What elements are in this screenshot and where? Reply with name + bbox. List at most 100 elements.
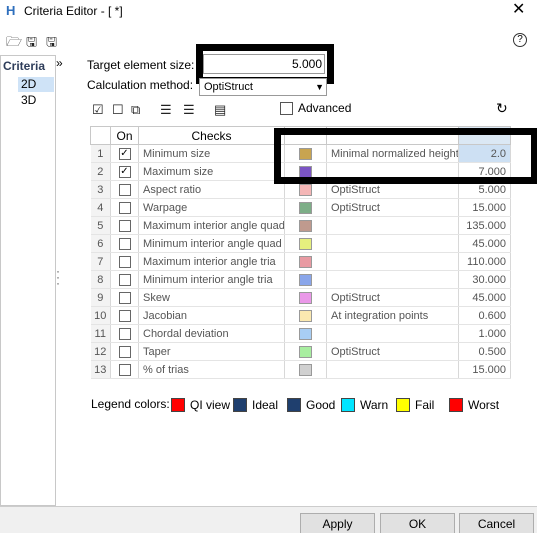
row-enable-checkbox[interactable]	[118, 291, 131, 304]
row-extra[interactable]	[326, 270, 459, 289]
row-enable-checkbox[interactable]	[118, 255, 131, 268]
color-swatch[interactable]	[299, 219, 312, 232]
color-swatch[interactable]	[299, 363, 312, 376]
color-swatch[interactable]	[299, 291, 312, 304]
row-extra[interactable]	[326, 216, 459, 235]
legend-swatch[interactable]	[233, 398, 247, 412]
open-folder-icon[interactable]: 🗁	[6, 33, 22, 55]
legend-swatch[interactable]	[341, 398, 355, 412]
color-swatch[interactable]	[299, 309, 312, 322]
col-header-checks[interactable]: Checks	[138, 126, 285, 145]
row-extra[interactable]	[326, 360, 459, 379]
row-on-cell[interactable]	[110, 324, 139, 343]
row-on-cell[interactable]: ✓	[110, 144, 139, 163]
legend-swatch[interactable]	[171, 398, 185, 412]
row-on-cell[interactable]	[110, 288, 139, 307]
row-color-cell[interactable]	[284, 288, 327, 307]
row-on-cell[interactable]	[110, 360, 139, 379]
row-on-cell[interactable]: ✓	[110, 162, 139, 181]
row-extra[interactable]	[326, 234, 459, 253]
row-extra[interactable]: OptiStruct	[326, 288, 459, 307]
row-on-cell[interactable]	[110, 270, 139, 289]
table-row[interactable]: 11 Chordal deviation 1.000	[90, 324, 511, 343]
color-swatch[interactable]	[299, 345, 312, 358]
row-color-cell[interactable]	[284, 360, 327, 379]
sidebar-item-2d[interactable]: 2D	[18, 77, 54, 92]
row-on-cell[interactable]	[110, 198, 139, 217]
uncheck-all-icon[interactable]: ☐	[112, 102, 124, 118]
row-color-cell[interactable]	[284, 234, 327, 253]
row-value[interactable]: 135.000	[458, 216, 511, 235]
row-value[interactable]: 45.000	[458, 288, 511, 307]
columns-icon[interactable]: ☰	[160, 102, 172, 118]
row-extra[interactable]: At integration points	[326, 306, 459, 325]
row-enable-checkbox[interactable]	[118, 183, 131, 196]
cancel-button[interactable]: Cancel	[459, 513, 534, 533]
row-extra[interactable]	[326, 252, 459, 271]
save-icon[interactable]: 🖫	[26, 33, 37, 55]
copy-icon[interactable]: ⧉	[131, 102, 140, 118]
row-value[interactable]: 15.000	[458, 198, 511, 217]
row-value[interactable]: 110.000	[458, 252, 511, 271]
row-enable-checkbox[interactable]	[118, 273, 131, 286]
row-enable-checkbox[interactable]	[118, 363, 131, 376]
table-row[interactable]: 7 Maximum interior angle tria 110.000	[90, 252, 511, 271]
check-all-icon[interactable]: ☑	[92, 102, 104, 118]
table-row[interactable]: 12 Taper OptiStruct 0.500	[90, 342, 511, 361]
calc-method-select[interactable]: OptiStruct ▼	[199, 78, 327, 96]
table-row[interactable]: 9 Skew OptiStruct 45.000	[90, 288, 511, 307]
legend-swatch[interactable]	[287, 398, 301, 412]
row-color-cell[interactable]	[284, 270, 327, 289]
rows-icon[interactable]: ☰	[183, 102, 195, 118]
row-value[interactable]: 45.000	[458, 234, 511, 253]
row-on-cell[interactable]	[110, 252, 139, 271]
color-swatch[interactable]	[299, 201, 312, 214]
color-swatch[interactable]	[299, 327, 312, 340]
ok-button[interactable]: OK	[380, 513, 455, 533]
color-swatch[interactable]	[299, 183, 312, 196]
row-on-cell[interactable]	[110, 342, 139, 361]
row-color-cell[interactable]	[284, 306, 327, 325]
row-value[interactable]: 0.600	[458, 306, 511, 325]
row-value[interactable]: 0.500	[458, 342, 511, 361]
color-swatch[interactable]	[299, 255, 312, 268]
color-swatch[interactable]	[299, 237, 312, 250]
row-on-cell[interactable]	[110, 306, 139, 325]
table-row[interactable]: 8 Minimum interior angle tria 30.000	[90, 270, 511, 289]
sidebar-item-3d[interactable]: 3D	[18, 93, 54, 108]
row-extra[interactable]: OptiStruct	[326, 342, 459, 361]
row-value[interactable]: 1.000	[458, 324, 511, 343]
expand-sidebar-icon[interactable]: »	[56, 56, 63, 70]
row-enable-checkbox[interactable]	[118, 237, 131, 250]
row-on-cell[interactable]	[110, 234, 139, 253]
legend-swatch[interactable]	[396, 398, 410, 412]
table-row[interactable]: 10 Jacobian At integration points 0.600	[90, 306, 511, 325]
row-enable-checkbox[interactable]	[118, 201, 131, 214]
row-color-cell[interactable]	[284, 216, 327, 235]
row-enable-checkbox[interactable]: ✓	[118, 147, 131, 160]
row-value[interactable]: 30.000	[458, 270, 511, 289]
col-header-on[interactable]: On	[110, 126, 139, 145]
row-color-cell[interactable]	[284, 342, 327, 361]
row-enable-checkbox[interactable]	[118, 309, 131, 322]
save-as-icon[interactable]: 🖫	[46, 33, 57, 55]
row-extra[interactable]: OptiStruct	[326, 198, 459, 217]
table-row[interactable]: 5 Maximum interior angle quad 135.000	[90, 216, 511, 235]
row-enable-checkbox[interactable]: ✓	[118, 165, 131, 178]
row-color-cell[interactable]	[284, 324, 327, 343]
apply-button[interactable]: Apply	[300, 513, 375, 533]
row-value[interactable]: 15.000	[458, 360, 511, 379]
advanced-checkbox[interactable]	[280, 102, 293, 115]
help-icon[interactable]: ?	[513, 33, 527, 47]
row-enable-checkbox[interactable]	[118, 345, 131, 358]
row-on-cell[interactable]	[110, 180, 139, 199]
refresh-icon[interactable]: ↻	[496, 100, 508, 117]
table-row[interactable]: 6 Minimum interior angle quad 45.000	[90, 234, 511, 253]
calculator-icon[interactable]: ▤	[214, 102, 226, 118]
table-row[interactable]: 13 % of trias 15.000	[90, 360, 511, 379]
color-swatch[interactable]	[299, 273, 312, 286]
row-extra[interactable]	[326, 324, 459, 343]
splitter-handle[interactable]: · · ·	[56, 265, 60, 289]
row-color-cell[interactable]	[284, 198, 327, 217]
row-color-cell[interactable]	[284, 252, 327, 271]
